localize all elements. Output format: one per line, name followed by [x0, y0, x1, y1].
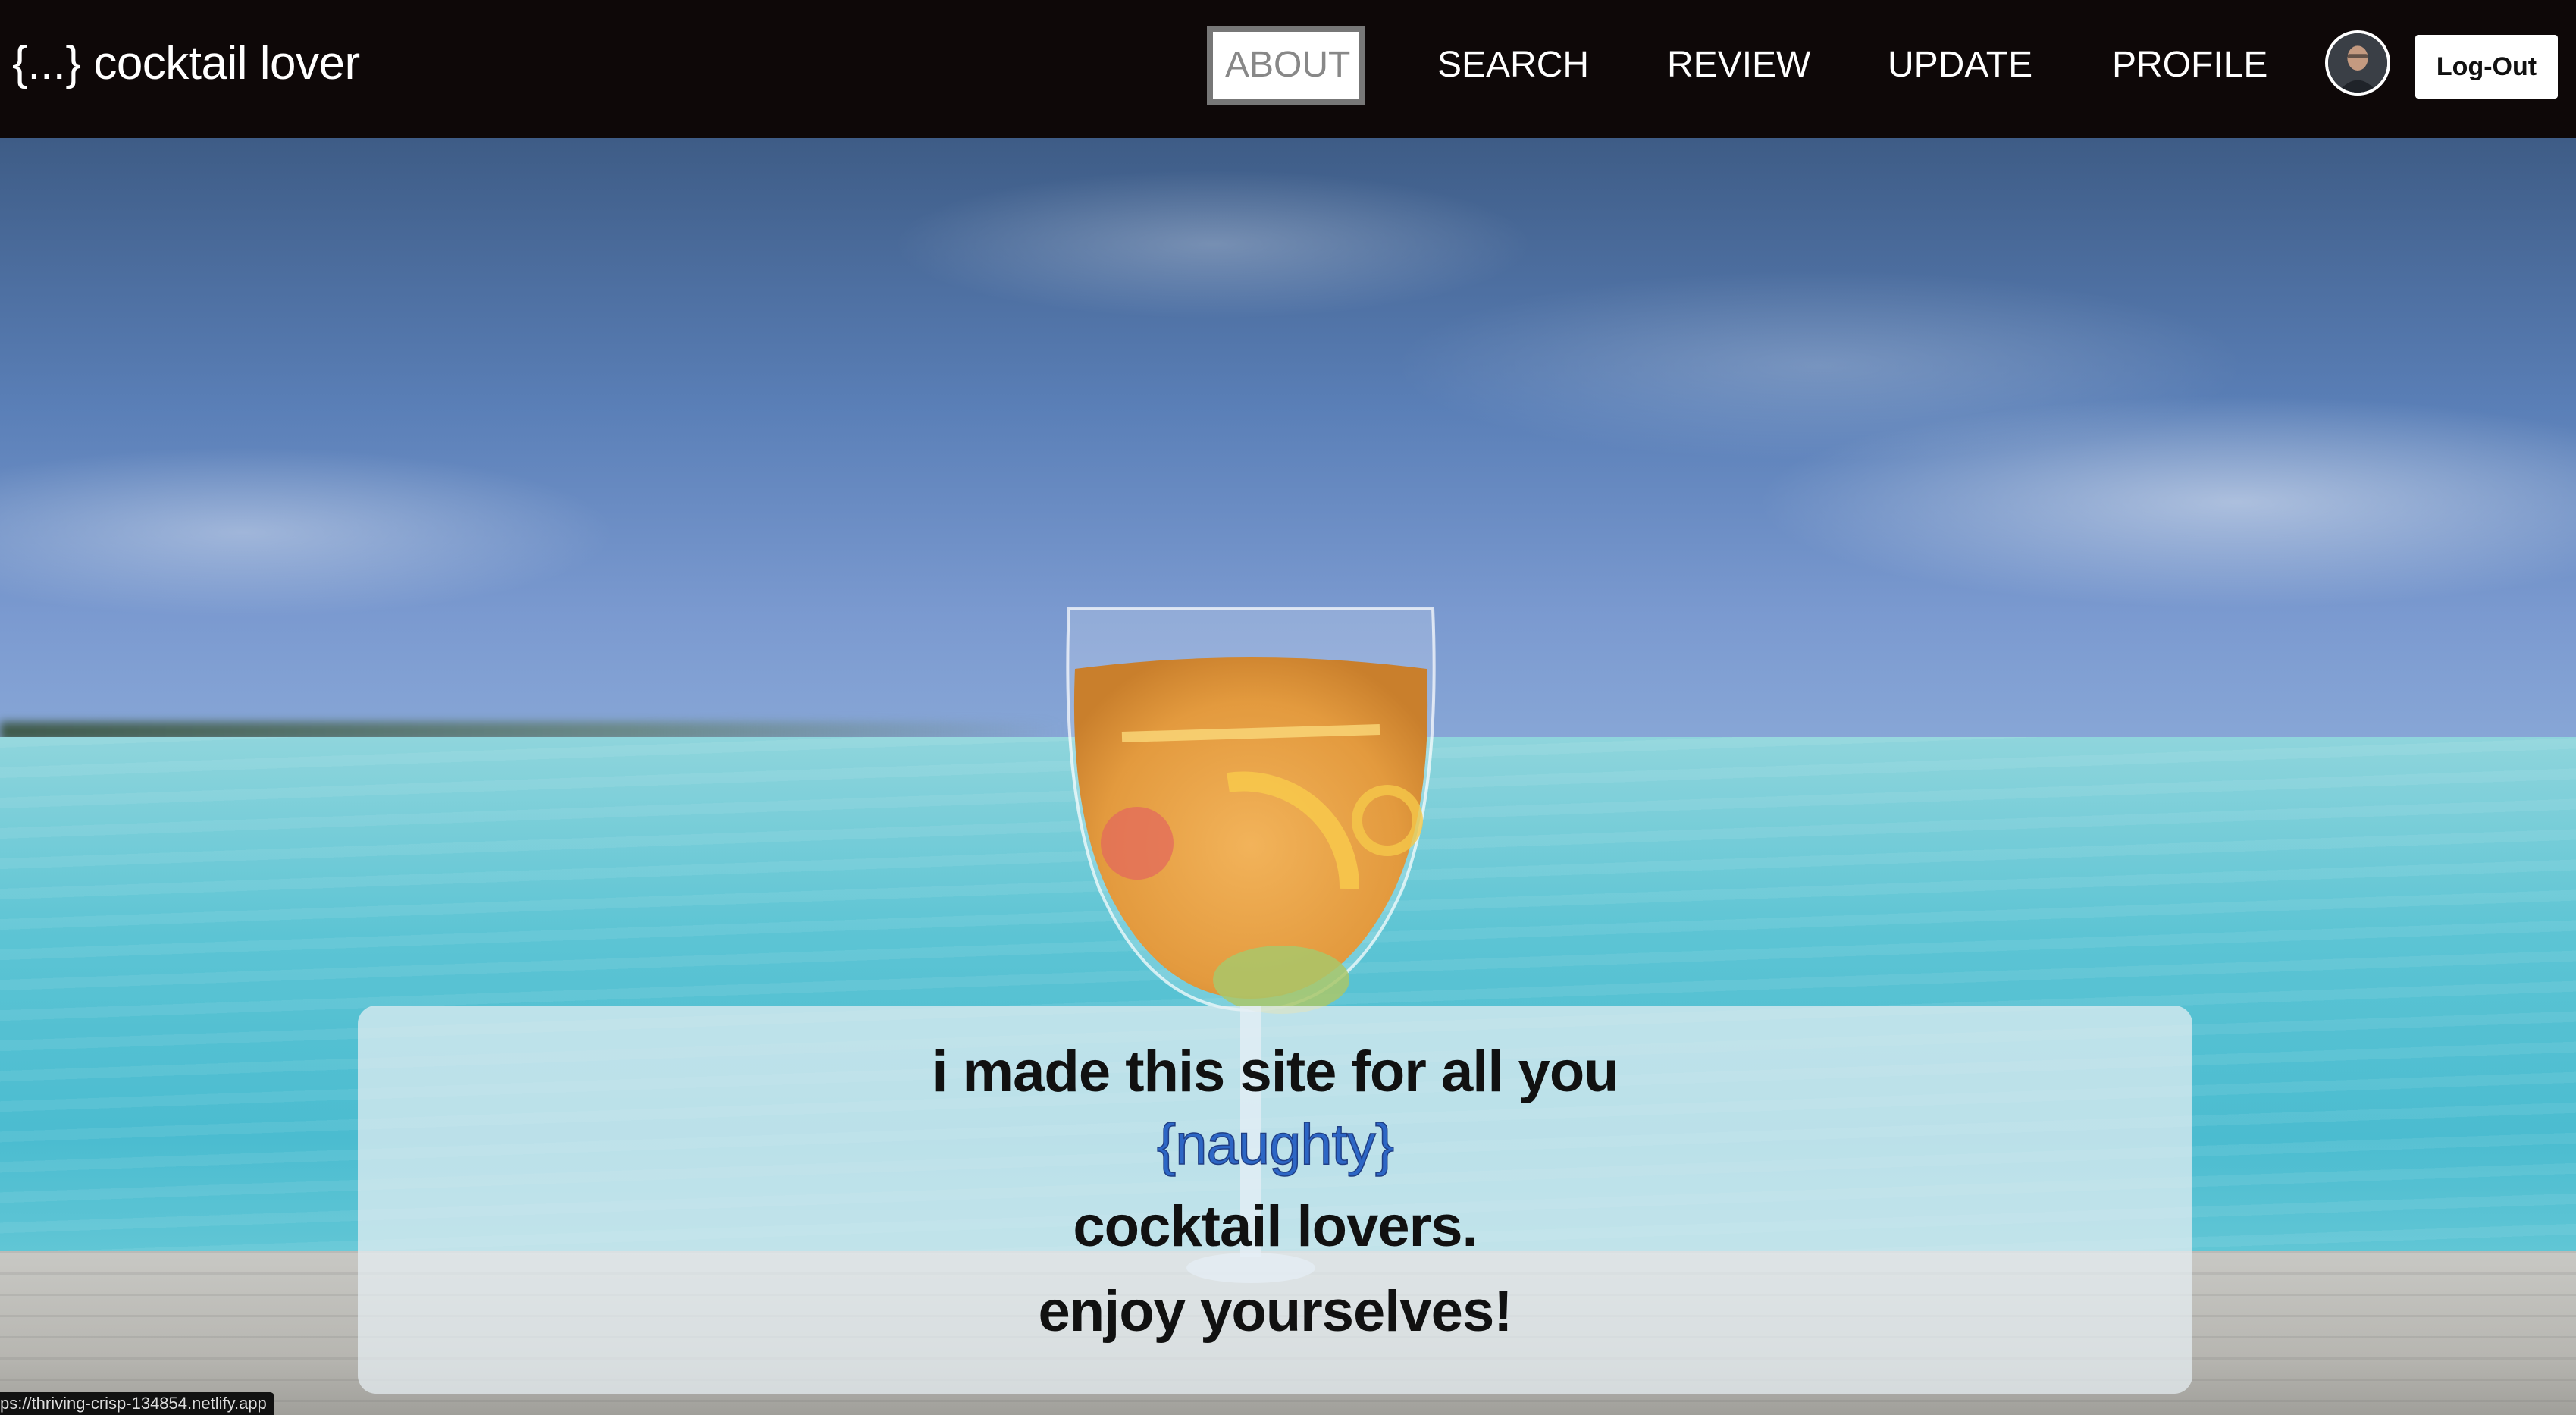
- user-avatar-icon[interactable]: [2325, 30, 2390, 96]
- logout-button[interactable]: Log-Out: [2415, 35, 2558, 99]
- welcome-line-3: cocktail lovers.: [1073, 1194, 1478, 1259]
- welcome-line-highlight: {naughty}: [1156, 1112, 1395, 1178]
- nav-item-update[interactable]: UPDATE: [1888, 41, 2032, 89]
- brand-logo[interactable]: {...} cocktail lover: [12, 36, 360, 90]
- avatar-portrait: [2328, 33, 2387, 93]
- welcome-line-1: i made this site for all you: [932, 1040, 1619, 1104]
- nav-item-about[interactable]: ABOUT: [1207, 26, 1365, 105]
- navbar: {...} cocktail lover ABOUT SEARCH REVIEW…: [0, 0, 2576, 138]
- welcome-message-card: i made this site for all you {naughty} c…: [358, 1006, 2192, 1394]
- nav-item-search[interactable]: SEARCH: [1437, 41, 1589, 89]
- status-bar-url: ps://thriving-crisp-134854.netlify.app: [0, 1392, 274, 1415]
- nav-item-profile[interactable]: PROFILE: [2112, 41, 2267, 89]
- welcome-line-4: enjoy yourselves!: [1038, 1279, 1512, 1344]
- nav-item-review[interactable]: REVIEW: [1667, 41, 1810, 89]
